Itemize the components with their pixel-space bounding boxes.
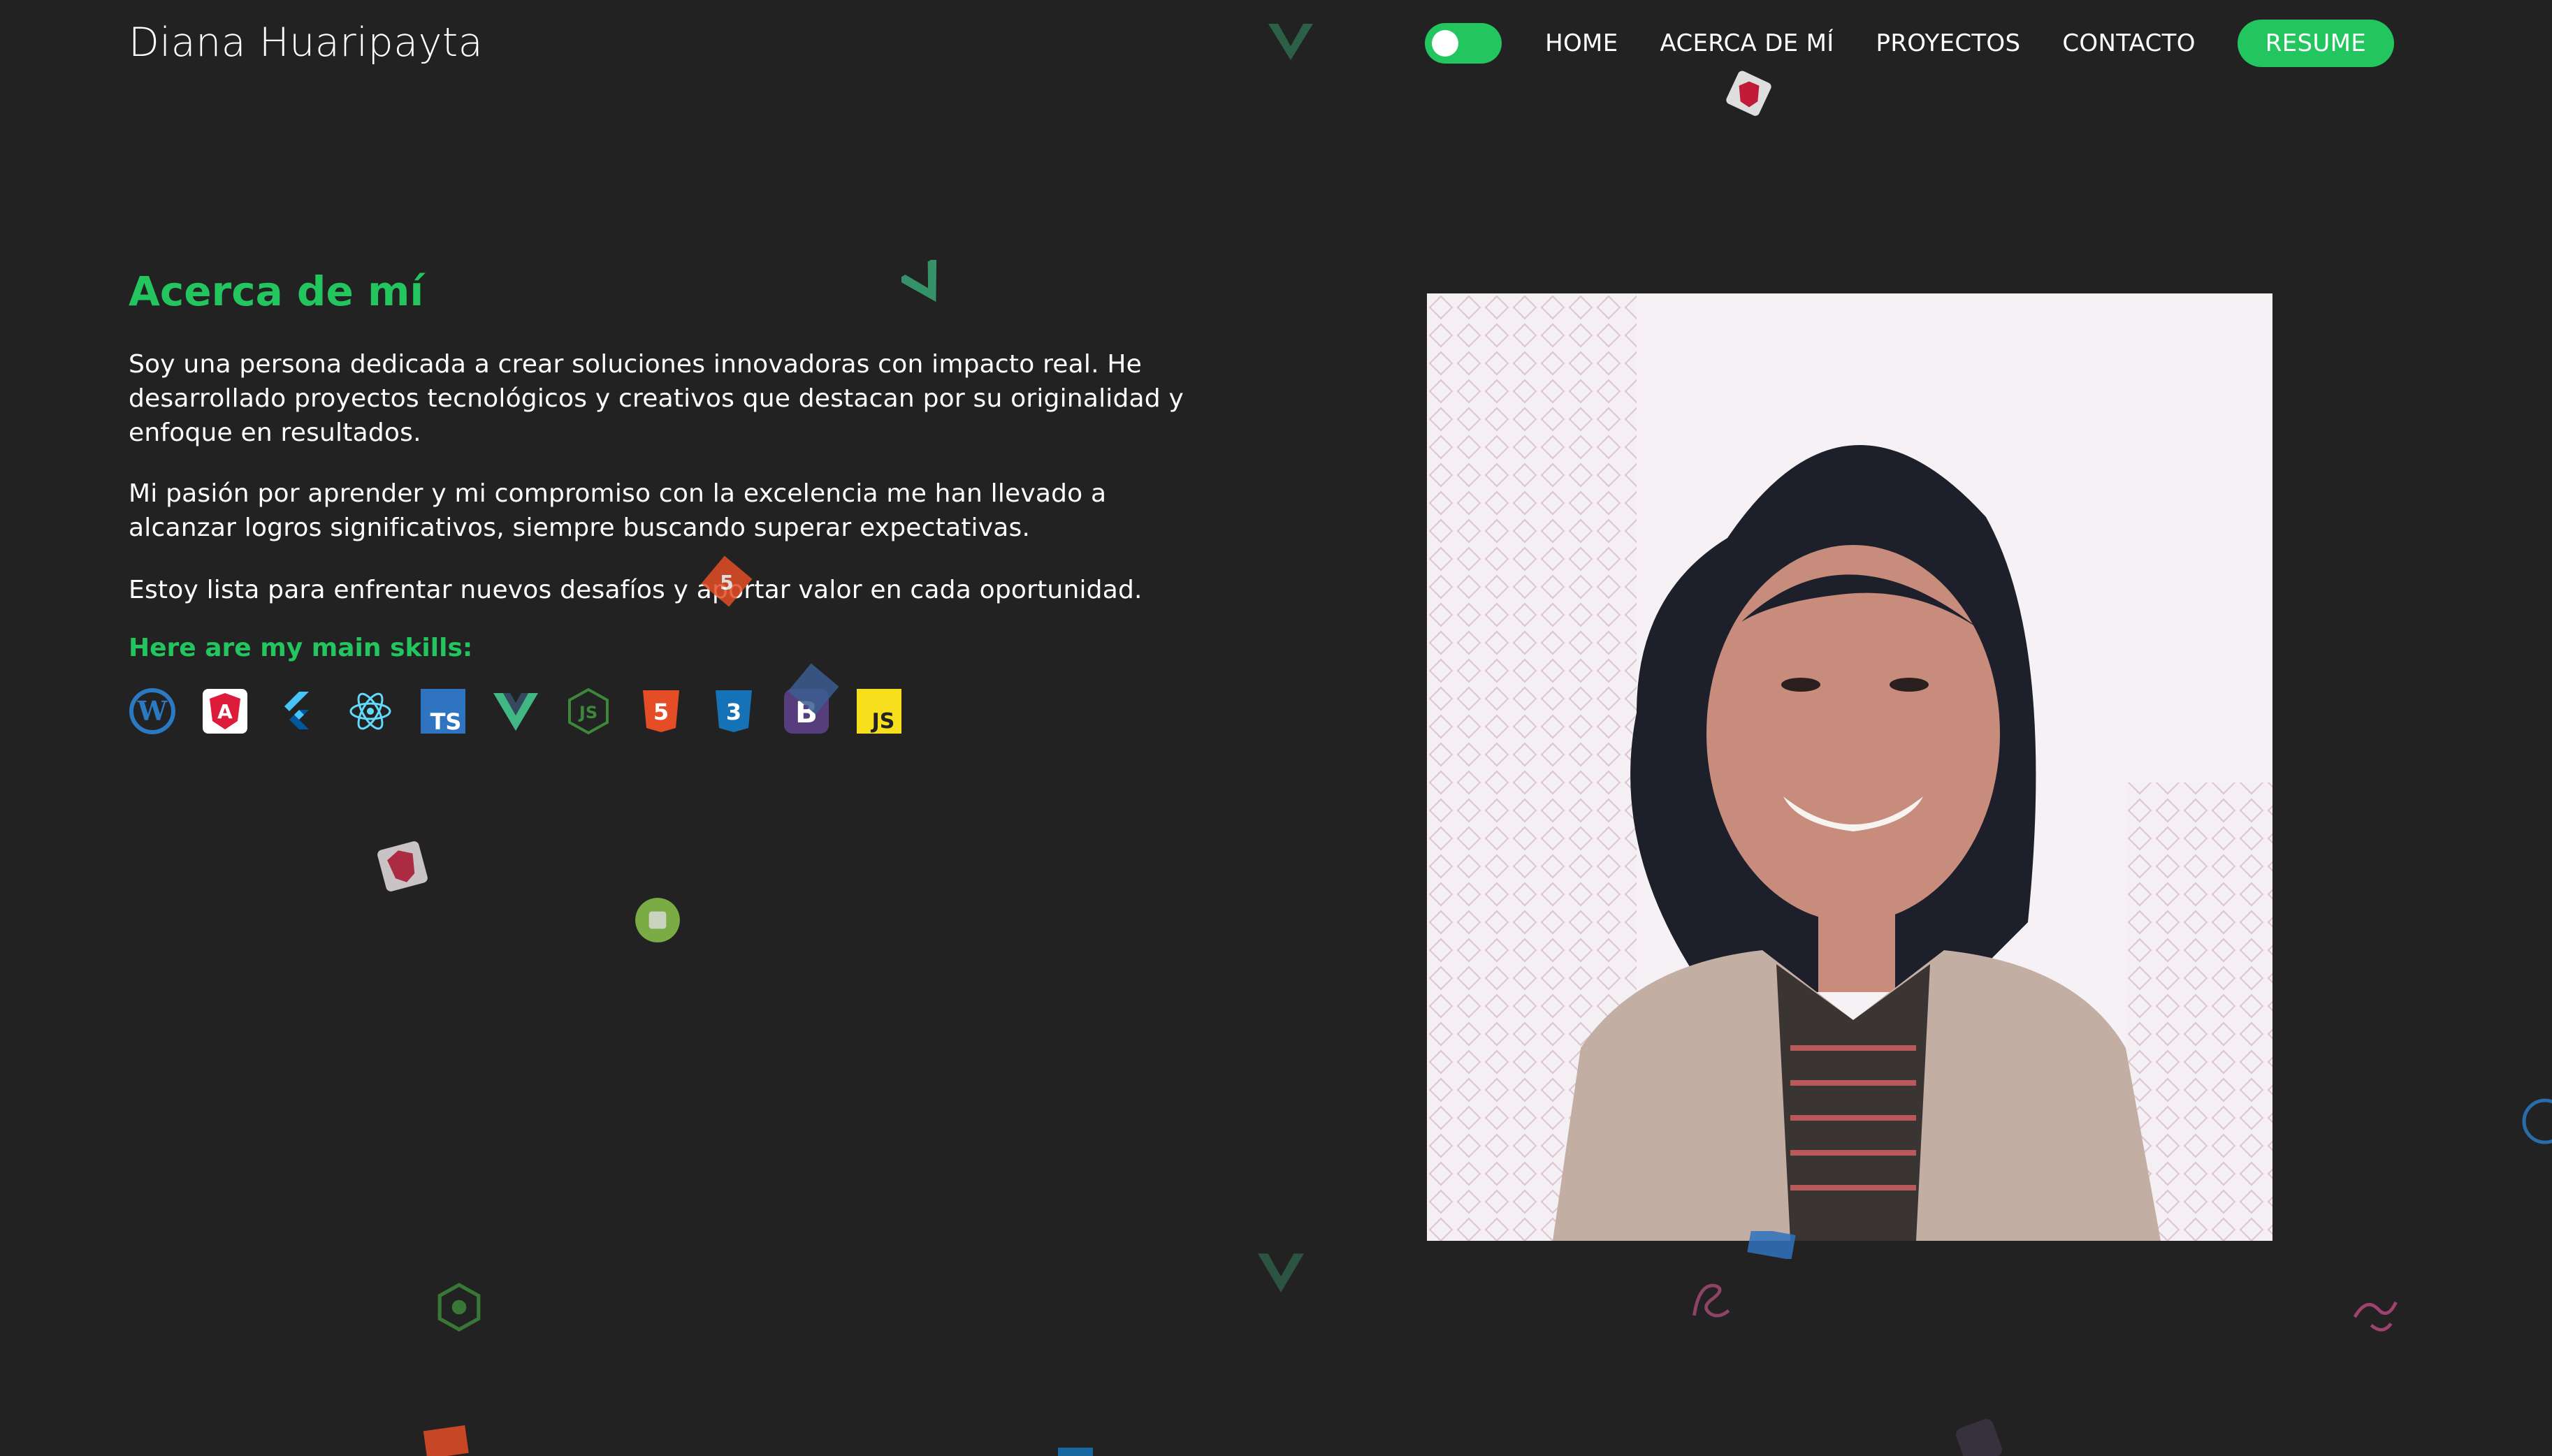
nav-home[interactable]: HOME (1545, 29, 1618, 57)
svg-text:5: 5 (720, 572, 734, 595)
vue-icon (492, 687, 539, 735)
svg-text:5: 5 (653, 699, 669, 725)
nodejs-icon: JS (565, 687, 612, 735)
about-paragraph-2: Mi pasión por aprender y mi compromiso c… (129, 479, 1107, 542)
about-paragraph-1: Soy una persona dedicada a crear solucio… (129, 350, 1184, 447)
floating-vue-icon (1266, 21, 1315, 63)
react-icon (347, 687, 394, 735)
theme-toggle[interactable] (1425, 23, 1502, 64)
about-paragraph-3: Estoy lista para enfrentar nuevos desafí… (129, 576, 1143, 604)
floating-bootstrap-icon (1951, 1418, 2007, 1456)
floating-wordpress-icon (2521, 1097, 2552, 1146)
angular-icon: A (201, 687, 249, 735)
css3-icon: 3 (710, 687, 757, 735)
floating-sass-icon-2 (2347, 1284, 2402, 1340)
floating-android-icon (633, 896, 682, 945)
nav-about[interactable]: ACERCA DE MÍ (1660, 29, 1834, 57)
resume-button[interactable]: RESUME (2237, 20, 2394, 67)
svg-text:W: W (137, 695, 168, 727)
svg-text:JS: JS (578, 703, 597, 722)
wordpress-icon: W (129, 687, 176, 735)
floating-css3-icon-2 (1058, 1443, 1093, 1456)
svg-text:TS: TS (430, 708, 462, 735)
floating-vue-icon-2 (901, 260, 950, 309)
typescript-icon: TS (419, 687, 467, 735)
skills-title: Here are my main skills: (129, 634, 473, 662)
floating-nodejs-icon (435, 1283, 484, 1332)
floating-html5-icon-2 (418, 1425, 474, 1456)
floating-css3-icon (785, 661, 841, 717)
svg-text:JS: JS (871, 709, 895, 734)
brand-name[interactable]: Diana Huaripayta (129, 20, 483, 66)
floating-angular-icon-2 (375, 838, 430, 894)
svg-text:A: A (217, 700, 233, 723)
floating-typescript-icon (1747, 1231, 1796, 1259)
about-title: Acerca de mí (129, 268, 424, 315)
floating-vue-icon-3 (1256, 1248, 1305, 1297)
profile-photo (1427, 293, 2272, 1241)
floating-sass-icon (1683, 1274, 1739, 1330)
javascript-icon: JS (855, 687, 903, 735)
svg-text:3: 3 (726, 699, 741, 725)
nav-contact[interactable]: CONTACTO (2062, 29, 2195, 57)
flutter-icon (274, 687, 321, 735)
nav-projects[interactable]: PROYECTOS (1876, 29, 2021, 57)
floating-angular-icon (1725, 70, 1774, 119)
toggle-knob (1432, 30, 1459, 57)
html5-icon: 5 (637, 687, 685, 735)
main-nav: HOME ACERCA DE MÍ PROYECTOS CONTACTO RES… (1425, 20, 2415, 67)
floating-html5-icon: 5 (699, 553, 755, 609)
